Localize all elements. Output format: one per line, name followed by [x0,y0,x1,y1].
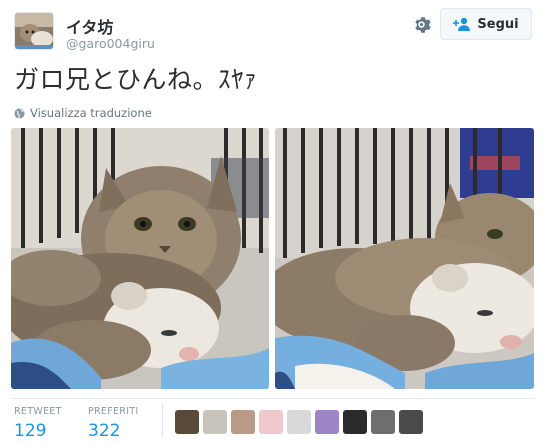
likes-stat[interactable]: PREFERITI 322 [88,406,139,441]
liker-avatar-4[interactable] [259,410,283,434]
tweet-header: イタ坊 @garo004giru Segui [14,8,534,54]
translate-link[interactable]: Visualizza traduzione [14,106,152,120]
retweet-count[interactable]: 129 [14,421,62,441]
likes-label: PREFERITI [88,406,139,417]
liker-avatar-3[interactable] [231,410,255,434]
retweet-stat[interactable]: RETWEET 129 [14,406,62,441]
liker-avatar-6[interactable] [315,410,339,434]
user-handle[interactable]: @garo004giru [66,36,155,51]
liker-avatar-5[interactable] [287,410,311,434]
user-avatar[interactable] [14,12,54,50]
globe-icon [14,107,25,119]
follow-label: Segui [477,16,519,32]
stats-separator [162,404,163,438]
retweet-label: RETWEET [14,406,62,417]
add-user-icon [453,17,471,31]
liker-avatar-2[interactable] [203,410,227,434]
photo-cat-ferret-1[interactable] [11,128,269,389]
liker-avatar-9[interactable] [399,410,423,434]
follow-button[interactable]: Segui [440,8,532,40]
liker-avatar-1[interactable] [175,410,199,434]
liker-avatar-8[interactable] [371,410,395,434]
gear-icon[interactable] [412,14,434,36]
photo-cat-ferret-2[interactable] [275,128,534,389]
translate-label: Visualizza traduzione [30,106,152,120]
tweet-text: ガロ兄とひんね。ｽﾔｧ [14,65,258,94]
likes-count[interactable]: 322 [88,421,139,441]
liker-avatars [175,410,423,434]
display-name[interactable]: イタ坊 [66,14,113,38]
liker-avatar-7[interactable] [343,410,367,434]
stats-divider [11,398,534,399]
